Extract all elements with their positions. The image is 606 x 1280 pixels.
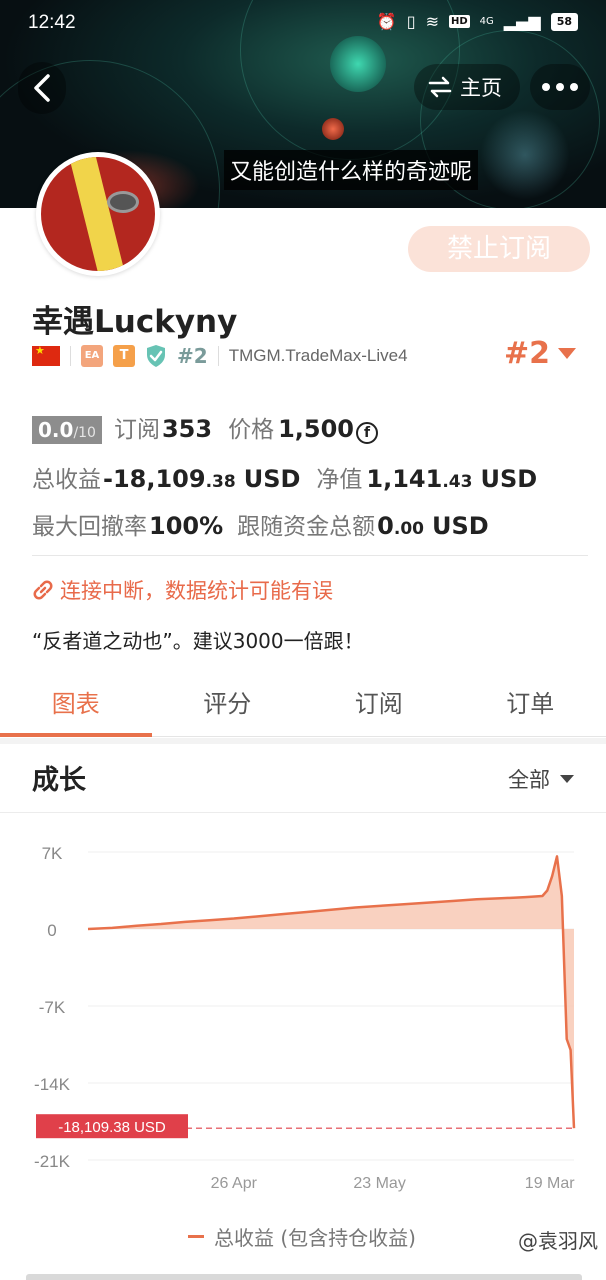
status-icons: ⏰ ▯ ≋ HD 4G ▂▄▆ 58 <box>377 12 578 31</box>
connection-warning-text: 连接中断，数据统计可能有误 <box>60 579 333 603</box>
back-button[interactable] <box>18 62 66 114</box>
switch-icon <box>428 76 452 98</box>
divider <box>32 555 588 556</box>
bottom-handle <box>26 1274 582 1280</box>
divider <box>217 346 219 366</box>
vibrate-icon: ▯ <box>406 12 416 31</box>
avatar-decoration <box>107 191 139 213</box>
y-tick-label: 7K <box>42 844 63 863</box>
follow-fund-value: 0.00 <box>377 512 424 540</box>
tab-bar: 图表 评分 订阅 订单 <box>0 675 606 737</box>
growth-range-label: 全部 <box>508 768 550 792</box>
chevron-left-icon <box>34 74 50 102</box>
final-value-label: -18,109.38 USD <box>58 1119 166 1136</box>
x-tick-label: 23 May <box>353 1175 405 1192</box>
status-bar: 12:42 ⏰ ▯ ≋ HD 4G ▂▄▆ 58 <box>0 0 606 46</box>
broker-server: TMGM.TradeMax-Live4 <box>228 346 408 365</box>
x-tick-label: 26 Apr <box>211 1175 258 1192</box>
watermark: @袁羽风 <box>518 1229 598 1253</box>
more-dot-icon <box>542 83 550 91</box>
follow-fund-unit: USD <box>431 512 489 540</box>
ea-badge[interactable]: EA <box>81 345 103 367</box>
chart-legend[interactable]: 总收益 (包含持仓收益) <box>188 1222 416 1251</box>
rank-value: #2 <box>503 336 550 371</box>
banner-orb <box>322 118 344 140</box>
total-profit-decimals: .38 <box>205 472 236 492</box>
shield-check-icon[interactable] <box>145 344 167 368</box>
home-button[interactable]: 主页 <box>414 64 520 110</box>
drawdown-value: 100% <box>149 512 224 540</box>
video-subtitle: 又能创造什么样的奇迹呢 <box>224 150 479 190</box>
equity-value: 1,141.43 <box>366 465 472 493</box>
status-time: 12:42 <box>28 12 76 33</box>
drawdown-label: 最大回撤率 <box>32 514 147 540</box>
badge-row: EA T #2 TMGM.TradeMax-Live4 <box>32 343 408 369</box>
network-label: 4G <box>479 16 494 27</box>
y-tick-label: -7K <box>39 998 66 1017</box>
broken-link-icon <box>33 580 53 600</box>
equity-decimals: .43 <box>442 472 473 492</box>
user-name: 幸遇Luckyny <box>32 304 238 340</box>
total-profit-value: -18,109.38 <box>103 465 236 493</box>
legend-swatch <box>188 1235 204 1238</box>
y-tick-label: -21K <box>34 1152 71 1171</box>
tab-subscriptions[interactable]: 订阅 <box>303 675 455 736</box>
y-tick-label: 0 <box>47 921 56 940</box>
tab-rating[interactable]: 评分 <box>152 675 304 736</box>
equity-unit: USD <box>480 465 538 493</box>
subscribe-count: 353 <box>161 415 213 443</box>
more-button[interactable] <box>530 64 590 110</box>
growth-chart[interactable]: 7K 0 -7K -14K -21K 26 Apr 23 May 19 Mar -18,109.… <box>0 820 606 1200</box>
hd-icon: HD <box>448 15 470 28</box>
stats-row-drawdown: 最大回撤率 100% 跟随资金总额 0.00 USD <box>32 507 489 541</box>
avatar-decoration <box>68 157 128 271</box>
divider <box>70 346 71 366</box>
equity-label: 净值 <box>316 467 363 493</box>
fingerprint-icon <box>480 110 570 200</box>
avatar[interactable] <box>36 152 160 276</box>
score-badge: 0.0/10 <box>32 416 102 444</box>
caret-down-icon <box>560 775 574 783</box>
y-tick-label: -14K <box>34 1075 71 1094</box>
t-badge[interactable]: T <box>113 345 135 367</box>
x-tick-label: 19 Mar <box>525 1175 575 1192</box>
divider <box>0 812 606 813</box>
rank-badge: #2 <box>177 344 208 368</box>
stats-row-profit: 总收益 -18,109.38 USD 净值 1,141.43 USD <box>32 460 537 494</box>
price-value: 1,500 <box>278 415 354 443</box>
home-label: 主页 <box>460 76 502 100</box>
battery-icon: 58 <box>550 12 578 31</box>
series-line <box>87 855 576 1129</box>
follow-fund-decimals: .00 <box>393 519 424 539</box>
follow-fund-main: 0 <box>377 512 394 540</box>
subscribe-label: 订阅 <box>113 417 160 443</box>
coin-icon: f <box>356 422 378 444</box>
connection-warning: 连接中断，数据统计可能有误 <box>32 575 333 605</box>
more-dot-icon <box>570 83 578 91</box>
section-gap <box>0 738 606 744</box>
score-max: /10 <box>73 425 96 441</box>
stats-row-score: 0.0/10 订阅 353 价格 1,500 f <box>32 410 378 444</box>
tab-orders[interactable]: 订单 <box>455 675 606 736</box>
rank-dropdown[interactable]: #2 <box>504 336 576 371</box>
china-flag-icon <box>32 344 60 366</box>
strategy-bio: “反者道之动也”。建议3000一倍跟！ <box>32 629 364 653</box>
alarm-icon: ⏰ <box>376 12 397 31</box>
equity-main: 1,141 <box>366 465 443 493</box>
unsubscribe-button[interactable]: 禁止订阅 <box>408 226 590 272</box>
caret-down-icon <box>558 348 576 359</box>
total-profit-main: -18,109 <box>103 465 206 493</box>
price-label: 价格 <box>228 417 275 443</box>
growth-range-dropdown[interactable]: 全部 <box>508 764 574 794</box>
more-dot-icon <box>556 83 564 91</box>
follow-fund-label: 跟随资金总额 <box>237 514 376 540</box>
signal-icon: ▂▄▆ <box>503 12 541 31</box>
tab-chart[interactable]: 图表 <box>0 675 152 737</box>
total-profit-label: 总收益 <box>32 467 101 493</box>
score-value: 0.0 <box>38 418 74 442</box>
wifi-icon: ≋ <box>425 12 439 31</box>
legend-label: 总收益 (包含持仓收益) <box>214 1226 416 1250</box>
total-profit-unit: USD <box>243 465 301 493</box>
growth-title: 成长 <box>32 765 86 796</box>
